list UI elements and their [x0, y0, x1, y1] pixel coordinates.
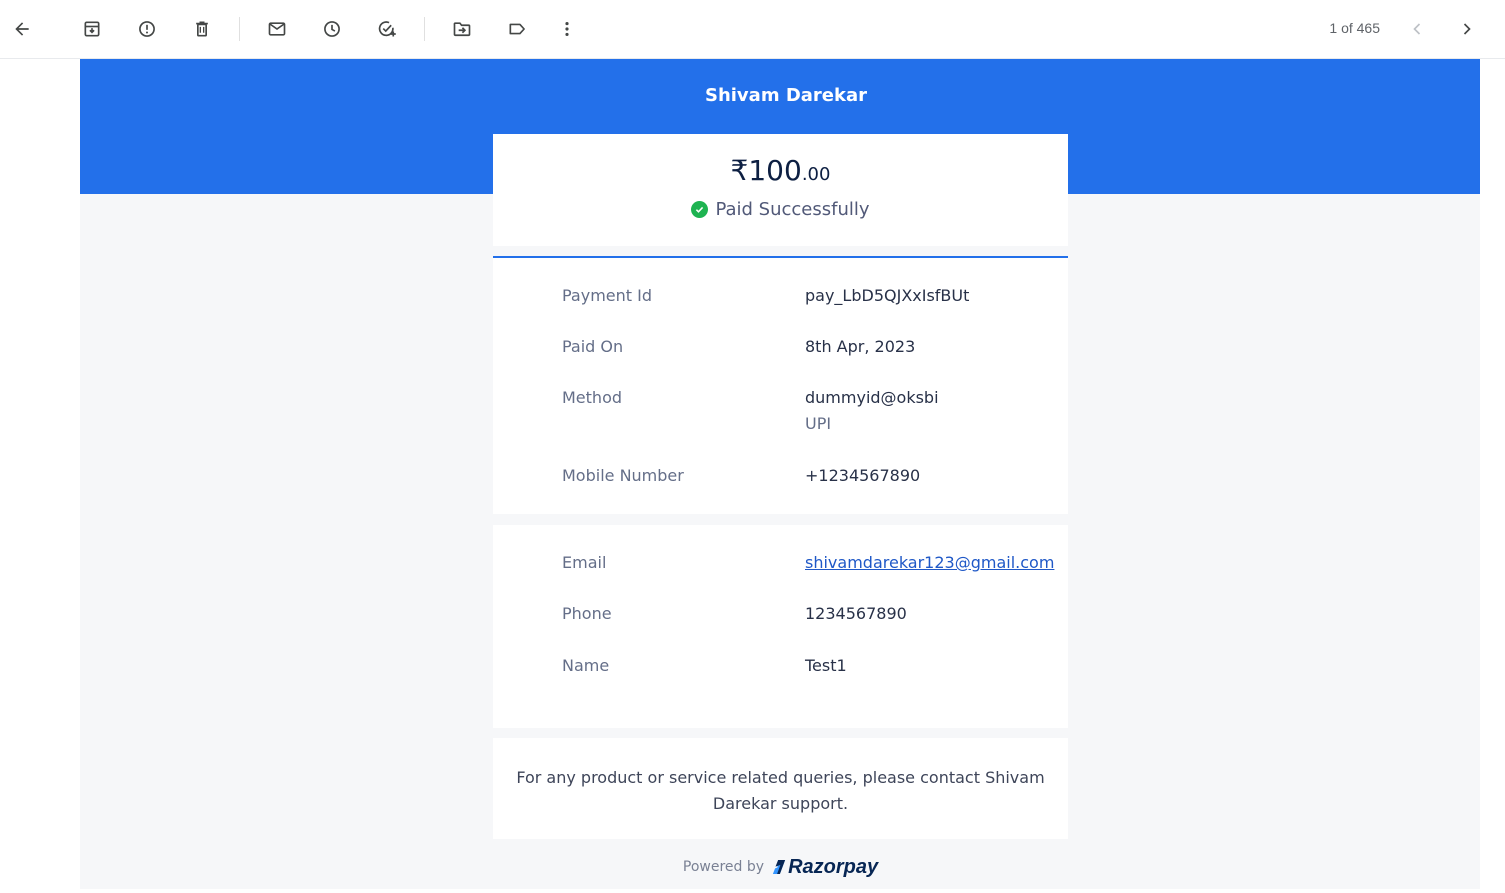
detail-subvalue: UPI	[805, 414, 832, 433]
delete-icon	[196, 21, 208, 37]
move-to-button[interactable]	[446, 13, 478, 45]
merchant-name: Shivam Darekar	[704, 85, 868, 106]
back-button[interactable]	[6, 13, 38, 45]
more-vert-icon	[565, 22, 569, 36]
report-spam-button[interactable]	[131, 13, 163, 45]
success-check-icon	[691, 201, 709, 218]
email-body: Shivam Darekar ₹100.00 Paid Successfully…	[80, 59, 1480, 889]
amount-minor: .00	[801, 164, 831, 185]
toolbar-divider	[239, 17, 240, 41]
chevron-left-icon	[1413, 23, 1421, 35]
report-spam-icon	[139, 21, 155, 37]
older-button[interactable]	[1451, 13, 1483, 45]
amount-card: ₹100.00 Paid Successfully	[493, 134, 1068, 246]
detail-label: Payment Id	[562, 286, 653, 305]
razorpay-logo: Razorpay	[772, 856, 878, 879]
mark-unread-icon	[268, 22, 286, 36]
pager-count: 1 of 465	[1329, 20, 1380, 36]
detail-label: Paid On	[562, 337, 624, 356]
contact-label: Email	[562, 553, 607, 572]
razorpay-mark-icon	[772, 860, 786, 874]
contact-label: Name	[562, 656, 610, 675]
powered-by-text: Powered by	[682, 859, 765, 875]
detail-value: dummyid@oksbi	[805, 388, 939, 407]
detail-value: 8th Apr, 2023	[805, 337, 916, 356]
support-note: For any product or service related queri…	[516, 768, 1045, 813]
newer-button[interactable]	[1401, 13, 1433, 45]
support-note-card: For any product or service related queri…	[493, 738, 1068, 839]
more-options-button[interactable]	[551, 13, 583, 45]
contact-label: Phone	[562, 604, 612, 623]
email-toolbar: 1 of 465	[0, 0, 1505, 59]
status-text: Paid Successfully	[715, 199, 870, 220]
label-icon	[509, 23, 525, 35]
email-link[interactable]: shivamdarekar123@gmail.com	[805, 553, 1054, 572]
razorpay-wordmark: Razorpay	[788, 855, 879, 878]
add-task-button[interactable]	[371, 13, 403, 45]
customer-details-card: Email shivamdarekar123@gmail.com Phone 1…	[493, 525, 1068, 728]
right-margin	[1480, 59, 1505, 893]
payment-status: Paid Successfully	[493, 199, 1068, 220]
contact-value: Test1	[805, 656, 847, 675]
detail-label: Mobile Number	[562, 466, 684, 485]
snooze-button[interactable]	[316, 13, 348, 45]
payment-details-card: Payment Id pay_LbD5QJXxIsfBUt Paid On 8t…	[493, 258, 1068, 514]
snooze-icon	[324, 21, 340, 37]
mark-unread-button[interactable]	[261, 13, 293, 45]
chevron-right-icon	[1463, 23, 1471, 35]
delete-button[interactable]	[186, 13, 218, 45]
move-to-icon	[453, 22, 471, 37]
payment-amount: ₹100.00	[493, 154, 1068, 187]
toolbar-divider	[424, 17, 425, 41]
amount-major: ₹100	[730, 154, 802, 187]
detail-value: +1234567890	[805, 466, 921, 485]
label-button[interactable]	[501, 13, 533, 45]
back-arrow-icon	[15, 22, 29, 36]
contact-value: 1234567890	[805, 604, 907, 623]
powered-by: Powered by Razorpay	[493, 854, 1068, 880]
detail-label: Method	[562, 388, 623, 407]
archive-button[interactable]	[76, 13, 108, 45]
archive-icon	[84, 21, 100, 37]
detail-value: pay_LbD5QJXxIsfBUt	[805, 286, 970, 305]
add-task-icon	[378, 21, 396, 37]
